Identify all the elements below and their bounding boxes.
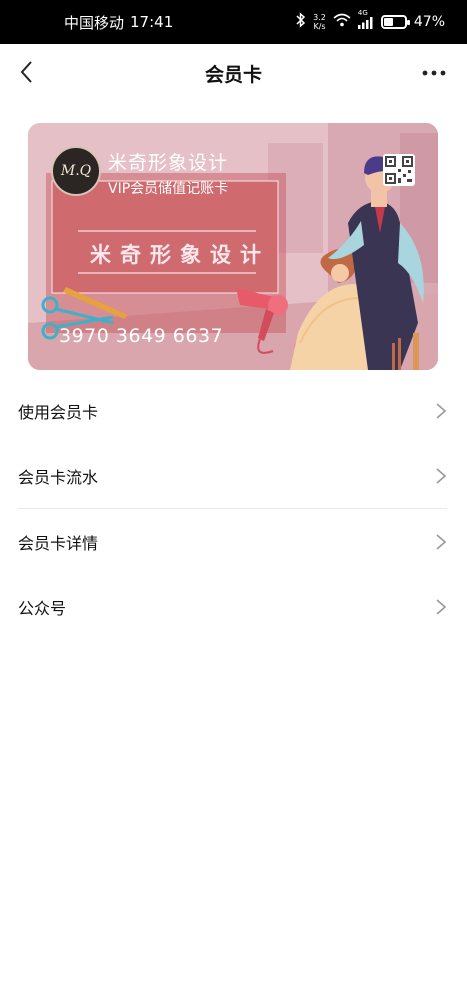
menu-item-label: 公众号 bbox=[18, 598, 67, 618]
carrier-text: 中国移动 bbox=[64, 13, 125, 32]
page-title: 会员卡 bbox=[204, 63, 262, 86]
store-name: 米奇形象设计 bbox=[108, 152, 229, 174]
menu-item-card-details[interactable]: 会员卡详情 bbox=[0, 509, 467, 574]
battery-fill bbox=[383, 18, 393, 26]
card-number: 3970 3649 6637 bbox=[59, 325, 224, 347]
bluetooth-icon bbox=[296, 12, 306, 32]
menu-item-use-card[interactable]: 使用会员卡 bbox=[0, 378, 467, 443]
status-bar: 中国移动 17:41 3.2 K/s 4G 47% bbox=[0, 0, 467, 44]
status-right: 3.2 K/s 4G 47% bbox=[296, 9, 445, 32]
menu-item-label: 会员卡流水 bbox=[18, 467, 99, 487]
qr-code-icon[interactable] bbox=[383, 154, 415, 186]
more-dots-icon bbox=[422, 70, 446, 76]
battery-percent: 47% bbox=[413, 14, 445, 30]
status-left: 中国移动 17:41 bbox=[64, 12, 173, 33]
membership-card[interactable]: M.Q 米奇形象设计 VIP会员储值记账卡 米奇形象设计 3970 3649 6… bbox=[28, 123, 438, 370]
menu-item-official-account[interactable]: 公众号 bbox=[0, 574, 467, 639]
menu-item-label: 会员卡详情 bbox=[18, 533, 99, 553]
clock-text: 17:41 bbox=[130, 13, 174, 31]
network-speed: 3.2 K/s bbox=[313, 13, 326, 31]
card-type: VIP会员储值记账卡 bbox=[108, 181, 229, 197]
wifi-icon bbox=[333, 13, 351, 31]
more-button[interactable] bbox=[419, 58, 449, 88]
menu-item-label: 使用会员卡 bbox=[18, 402, 99, 422]
menu-item-card-transactions[interactable]: 会员卡流水 bbox=[0, 443, 467, 508]
chevron-right-icon bbox=[436, 533, 447, 550]
chevron-right-icon bbox=[436, 598, 447, 615]
chevron-right-icon bbox=[436, 467, 447, 484]
chevron-right-icon bbox=[436, 402, 447, 419]
card-menu: 使用会员卡 会员卡流水 会员卡详情 公众号 bbox=[0, 378, 467, 639]
signal-icon: 4G bbox=[357, 9, 374, 29]
chevron-left-icon bbox=[20, 61, 32, 83]
store-logo: M.Q bbox=[51, 146, 101, 196]
card-brand-text: 米奇形象设计 bbox=[90, 243, 270, 267]
back-button[interactable] bbox=[10, 56, 42, 88]
nav-header: 会员卡 bbox=[0, 44, 467, 102]
battery-icon bbox=[380, 15, 410, 29]
